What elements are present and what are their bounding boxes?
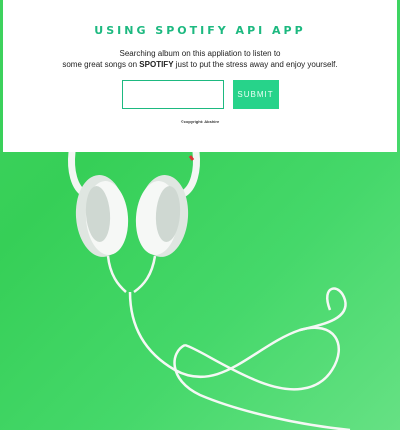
description-line-2-end: just to put the stress away and enjoy yo… [173,60,338,69]
copyright-text: ©copyright: Abshire [180,119,220,124]
right-earcup [135,175,189,257]
spotify-brand-text: SPOTIFY [139,60,174,69]
submit-button[interactable]: SUBMIT [232,80,279,109]
page-title: USING SPOTIFY API APP [94,24,306,37]
search-form: SUBMIT [3,80,397,109]
album-search-input[interactable] [121,80,224,109]
description-line-2-start: some great songs on [62,60,140,69]
left-earcup [75,175,129,257]
description-line-1: Searching album on this appliation to li… [119,49,281,58]
header-card: USING SPOTIFY API APP Searching album on… [3,0,397,152]
page-description: Searching album on this appliation to li… [3,48,397,70]
